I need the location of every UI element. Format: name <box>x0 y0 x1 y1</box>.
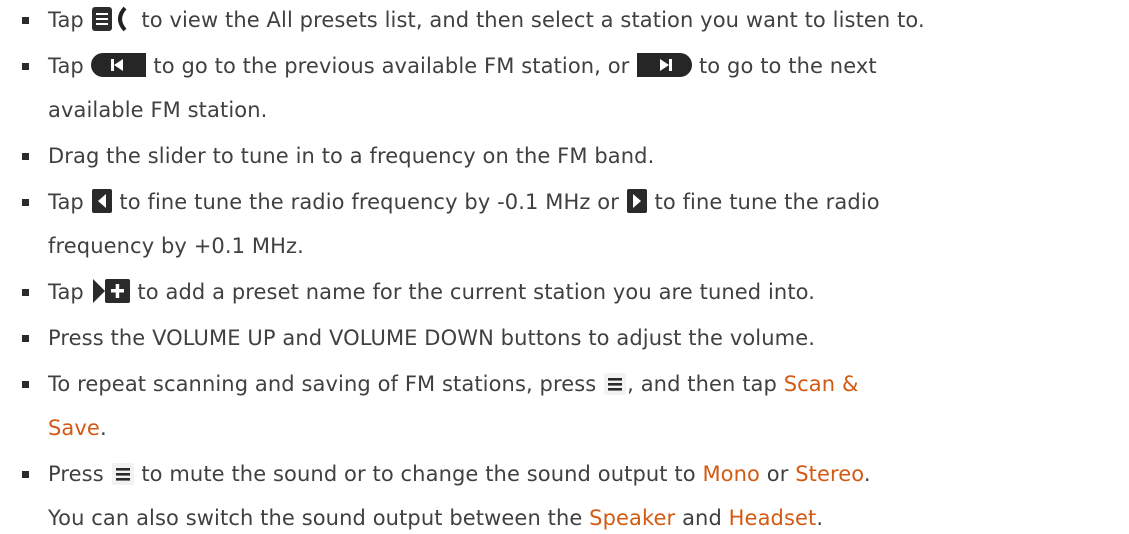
text-run: . <box>863 462 871 486</box>
text-run: Drag the slider to tune in to a frequenc… <box>48 144 655 168</box>
text-line: Tap to fine tune the radio frequency by … <box>48 186 880 223</box>
ui-term-highlight: Mono <box>702 462 760 486</box>
text-line: Tap to go to the previous available FM s… <box>48 50 877 87</box>
text-run: . <box>99 416 107 440</box>
bullet-marker <box>22 381 29 388</box>
text-run: To repeat scanning and saving of FM stat… <box>48 372 604 396</box>
text-line: Tap to view the All presets list, and th… <box>48 4 925 41</box>
document-page: Tap to view the All presets list, and th… <box>0 0 1129 530</box>
bullet-marker <box>22 335 29 342</box>
menu-icon <box>603 372 627 405</box>
text-run: available FM station. <box>48 98 268 122</box>
tune-down-icon <box>91 188 113 223</box>
text-run: frequency by +0.1 MHz. <box>48 234 304 258</box>
menu-icon <box>111 462 135 495</box>
text-run: . <box>816 506 824 530</box>
ui-term-highlight: Speaker <box>589 506 676 530</box>
text-run: to fine tune the radio frequency by -0.1… <box>112 190 626 214</box>
text-line: frequency by +0.1 MHz. <box>48 230 304 262</box>
text-line: Tap to add a preset name for the current… <box>48 276 815 313</box>
ui-term-highlight: Save <box>48 416 100 440</box>
text-run: You can also switch the sound output bet… <box>48 506 590 530</box>
text-run: to view the All presets list, and then s… <box>134 8 925 32</box>
text-run: and <box>675 506 729 530</box>
text-run: Tap <box>48 190 91 214</box>
text-run: to fine tune the radio <box>647 190 880 214</box>
text-line: available FM station. <box>48 94 267 126</box>
text-line: Drag the slider to tune in to a frequenc… <box>48 140 654 172</box>
text-run: to mute the sound or to change the sound… <box>134 462 703 486</box>
text-run: Tap <box>48 54 91 78</box>
previous-station-icon <box>90 52 147 87</box>
bullet-marker <box>22 199 29 206</box>
bullet-marker <box>22 289 29 296</box>
presets-list-icon <box>91 6 135 41</box>
text-line: To repeat scanning and saving of FM stat… <box>48 368 858 405</box>
text-line: Save. <box>48 412 107 444</box>
bullet-marker <box>22 471 29 478</box>
add-preset-icon <box>91 278 131 313</box>
ui-term-highlight: Scan & <box>783 372 859 396</box>
text-line: Press to mute the sound or to change the… <box>48 458 871 495</box>
ui-term-highlight: Headset <box>728 506 817 530</box>
text-run: , and then tap <box>627 372 784 396</box>
bullet-marker <box>22 153 29 160</box>
text-run: to go to the next <box>692 54 877 78</box>
next-station-icon <box>636 52 693 87</box>
text-run: Press <box>48 462 111 486</box>
bullet-marker <box>22 63 29 70</box>
text-run: to add a preset name for the current sta… <box>130 280 816 304</box>
text-line: You can also switch the sound output bet… <box>48 502 823 534</box>
text-run: Tap <box>48 280 91 304</box>
bullet-marker <box>22 17 29 24</box>
tune-up-icon <box>626 188 648 223</box>
ui-term-highlight: Stereo <box>795 462 864 486</box>
text-run: or <box>759 462 796 486</box>
text-line: Press the VOLUME UP and VOLUME DOWN butt… <box>48 322 815 354</box>
text-run: to go to the previous available FM stati… <box>146 54 637 78</box>
text-run: Press the VOLUME UP and VOLUME DOWN butt… <box>48 326 815 350</box>
text-run: Tap <box>48 8 91 32</box>
